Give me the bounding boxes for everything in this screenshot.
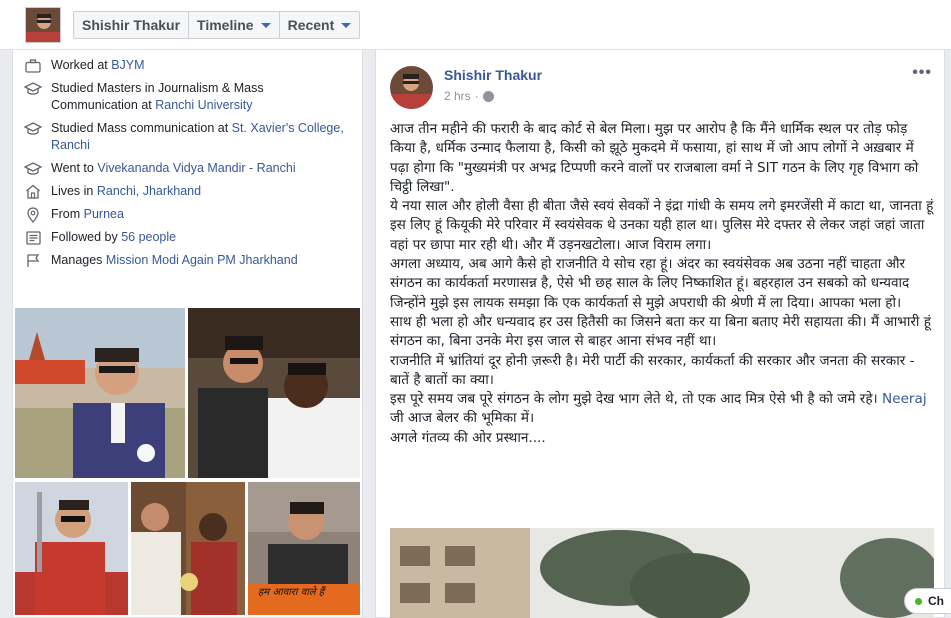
intro-lives: Lives in Ranchi, Jharkhand xyxy=(13,181,362,204)
intro-list: Worked at BJYM Studied Masters in Journa… xyxy=(13,50,362,273)
post-card: Shishir Thakur 2 hrs · ••• आज तीन महीने … xyxy=(375,50,945,618)
mention-link[interactable]: Neeraj xyxy=(882,391,927,407)
intro-school-link[interactable]: Vivekananda Vidya Mandir - Ranchi xyxy=(97,161,295,175)
post-paragraph: अगला अध्याय, अब आगे कैसे हो राजनीति ये स… xyxy=(390,256,910,311)
intro-education-mass: Studied Mass communication at St. Xavier… xyxy=(13,118,362,158)
globe-icon[interactable] xyxy=(482,90,494,102)
post-paragraph: साथ ही भला हो और धन्यवाद हर उस हितैसी का… xyxy=(390,313,931,350)
post-text: आज तीन महीने की फरारी के बाद कोर्ट से बे… xyxy=(390,120,935,448)
rss-feed-icon xyxy=(23,229,43,246)
intro-lives-prefix: Lives in xyxy=(51,184,97,198)
briefcase-icon xyxy=(23,57,43,74)
profile-avatar[interactable] xyxy=(25,7,61,43)
intro-column: Worked at BJYM Studied Masters in Journa… xyxy=(12,50,363,618)
profile-header-bar: Shishir Thakur Timeline Recent xyxy=(0,0,951,50)
intro-school: Went to Vivekananda Vidya Mandir - Ranch… xyxy=(13,158,362,181)
intro-school-prefix: Went to xyxy=(51,161,98,175)
photo-thumbnail[interactable] xyxy=(131,482,245,615)
intro-masters-link[interactable]: Ranchi University xyxy=(155,98,252,112)
photo-thumbnail[interactable] xyxy=(15,308,185,478)
post-photo[interactable] xyxy=(390,528,934,618)
post-timestamp[interactable]: 2 hrs xyxy=(444,89,471,103)
tab-timeline-label: Timeline xyxy=(197,17,254,33)
photo-caption: हम आवारा वाले हैं xyxy=(258,587,325,598)
photo-thumbnail[interactable] xyxy=(15,482,128,615)
flag-icon xyxy=(23,252,43,269)
intro-lives-link[interactable]: Ranchi, Jharkhand xyxy=(97,184,201,198)
intro-manages-link[interactable]: Mission Modi Again PM Jharkhand xyxy=(106,253,298,267)
intro-followers-prefix: Followed by xyxy=(51,230,122,244)
photo-thumbnail[interactable] xyxy=(188,308,360,478)
home-icon xyxy=(23,183,43,200)
tab-recent[interactable]: Recent xyxy=(280,12,360,38)
online-status-icon xyxy=(915,597,922,605)
post-paragraph: राजनीति में भ्रांतियां दूर होनी ज़रूरी ह… xyxy=(390,352,915,388)
intro-manages: Manages Mission Modi Again PM Jharkhand xyxy=(13,250,362,273)
separator-dot: · xyxy=(474,89,479,103)
post-paragraph-text: जी आज बेलर की भूमिका में। xyxy=(390,410,535,427)
chat-tab-label: Ch xyxy=(928,594,944,608)
intro-followers-link[interactable]: 56 people xyxy=(121,230,176,244)
photo-thumbnail[interactable]: हम आवारा वाले हैं xyxy=(248,482,360,615)
intro-from-prefix: From xyxy=(51,207,84,221)
more-options-button[interactable]: ••• xyxy=(912,64,932,82)
intro-followers: Followed by 56 people xyxy=(13,227,362,250)
post-paragraph: ये नया साल और होली वैसा ही बीता जैसे स्व… xyxy=(390,198,934,253)
intro-work-prefix: Worked at xyxy=(51,58,112,72)
chevron-down-icon xyxy=(260,22,271,28)
location-pin-icon xyxy=(23,206,43,223)
post-author-name[interactable]: Shishir Thakur xyxy=(444,67,542,83)
intro-from-link[interactable]: Purnea xyxy=(84,207,124,221)
post-paragraph-text: इस पूरे समय जब पूरे संगठन के लोग मुझे दे… xyxy=(390,391,878,408)
profile-nav-tabs: Shishir Thakur Timeline Recent xyxy=(73,11,361,39)
tab-recent-label: Recent xyxy=(287,17,335,33)
intro-work-link[interactable]: BJYM xyxy=(111,58,144,72)
tab-profile-name[interactable]: Shishir Thakur xyxy=(74,12,190,38)
graduation-cap-icon xyxy=(23,160,43,177)
post-paragraph: आज तीन महीने की फरारी के बाद कोर्ट से बे… xyxy=(390,121,919,195)
intro-mass-prefix: Studied Mass communication at xyxy=(51,121,232,135)
post-paragraph: इस पूरे समय जब पूरे संगठन के लोग मुझे दे… xyxy=(390,390,935,429)
chevron-down-icon xyxy=(341,22,352,28)
intro-from: From Purnea xyxy=(13,204,362,227)
graduation-cap-icon xyxy=(23,80,43,97)
graduation-cap-icon xyxy=(23,120,43,137)
post-timestamp-row: 2 hrs · xyxy=(444,89,494,103)
chat-tab[interactable]: Ch xyxy=(904,588,951,614)
post-closing: अगले गंतव्य की ओर प्रस्थान.... xyxy=(390,429,546,446)
intro-manages-prefix: Manages xyxy=(51,253,106,267)
tab-timeline[interactable]: Timeline xyxy=(189,12,280,38)
intro-work: Worked at BJYM xyxy=(13,55,362,78)
intro-education-masters: Studied Masters in Journalism & Mass Com… xyxy=(13,78,362,118)
tab-profile-name-label: Shishir Thakur xyxy=(82,17,181,33)
post-author-avatar[interactable] xyxy=(390,66,433,109)
